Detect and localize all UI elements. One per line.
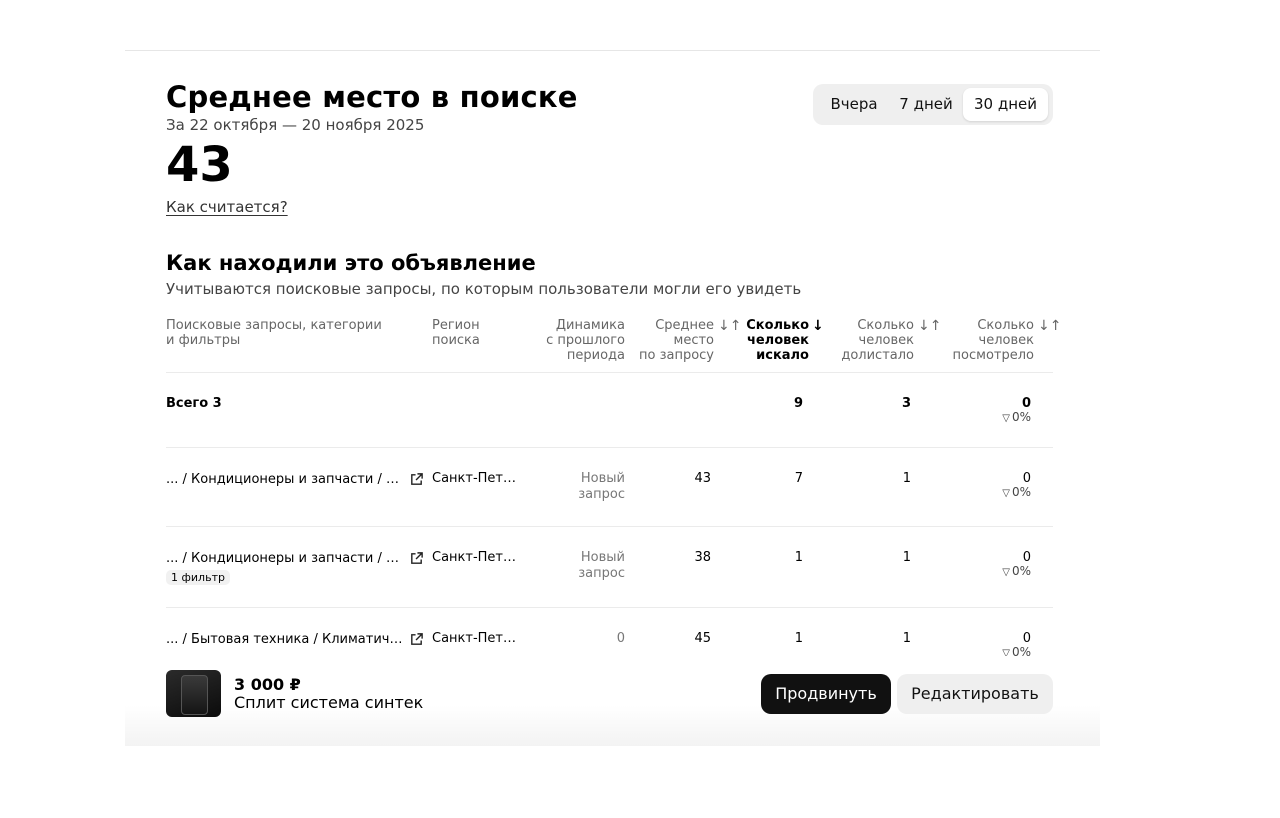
divider xyxy=(166,526,1053,527)
total-label: Всего 3 xyxy=(166,396,222,411)
down-triangle-icon: ▽ xyxy=(1002,488,1010,499)
down-triangle-icon: ▽ xyxy=(1002,413,1010,424)
period-30days-button[interactable]: 30 дней xyxy=(963,88,1048,121)
section-title: Как находили это объявление xyxy=(166,251,536,275)
external-link-icon[interactable] xyxy=(409,551,424,566)
section-subtitle: Учитываются поисковые запросы, по которы… xyxy=(166,280,802,298)
divider xyxy=(166,447,1053,448)
avg-place-value: 43 xyxy=(166,137,233,193)
column-header-region: Регион поиска xyxy=(432,318,480,348)
divider xyxy=(166,372,1053,373)
column-header-searched[interactable]: Сколько человек искало xyxy=(730,318,809,363)
viewed-value: 0 xyxy=(1022,631,1031,646)
total-viewed-change: ▽ 0% xyxy=(1002,410,1031,424)
total-scrolled: 3 xyxy=(901,396,911,411)
filter-badge[interactable]: 1 фильтр xyxy=(166,570,230,585)
item-price: 3 000 ₽ xyxy=(234,675,301,694)
external-link-icon[interactable] xyxy=(409,632,424,647)
divider xyxy=(166,607,1053,608)
scrolled-value: 1 xyxy=(902,471,911,486)
region-text: Санкт-Петербург xyxy=(432,631,524,646)
region-text: Санкт-Петербург xyxy=(432,550,524,565)
item-title: Сплит система синтек xyxy=(234,693,424,712)
period-7days-button[interactable]: 7 дней xyxy=(893,88,959,121)
column-header-scrolled[interactable]: Сколько человек долистало xyxy=(830,318,914,363)
promote-button[interactable]: Продвинуть xyxy=(761,674,891,714)
period-text: За 22 октября — 20 ноября 2025 xyxy=(166,116,425,134)
total-searched: 9 xyxy=(793,396,803,411)
scrolled-value: 1 xyxy=(902,631,911,646)
external-link-icon[interactable] xyxy=(409,472,424,487)
total-viewed: 0 xyxy=(1021,396,1031,411)
avg-place-value: 38 xyxy=(694,550,711,565)
period-yesterday-button[interactable]: Вчера xyxy=(819,88,889,121)
item-thumbnail[interactable] xyxy=(166,670,221,717)
how-calculated-link[interactable]: Как считается? xyxy=(166,198,288,216)
column-header-query: Поисковые запросы, категории и фильтры xyxy=(166,318,382,348)
viewed-change: ▽ 0% xyxy=(1002,564,1031,578)
avg-place-value: 45 xyxy=(694,631,711,646)
column-header-viewed[interactable]: Сколько человек посмотрело xyxy=(940,318,1034,363)
scrolled-value: 1 xyxy=(902,550,911,565)
dynamics-value: 0 xyxy=(616,631,625,646)
item-photo xyxy=(181,675,208,715)
viewed-value: 0 xyxy=(1022,471,1031,486)
dynamics-value: Новый запрос xyxy=(578,550,625,581)
searched-value: 1 xyxy=(794,631,803,646)
viewed-value: 0 xyxy=(1022,550,1031,565)
query-text[interactable]: ... / Кондиционеры и запчасти / Кондицио… xyxy=(166,551,404,566)
page-title: Среднее место в поиске xyxy=(166,80,578,114)
region-text: Санкт-Петербург xyxy=(432,471,524,486)
searched-value: 7 xyxy=(794,471,803,486)
searched-value: 1 xyxy=(794,550,803,565)
dynamics-value: Новый запрос xyxy=(578,471,625,502)
query-text[interactable]: ... / Кондиционеры и запчасти / Кондицио… xyxy=(166,472,404,487)
period-selector: Вчера 7 дней 30 дней xyxy=(813,84,1053,125)
down-triangle-icon: ▽ xyxy=(1002,567,1010,578)
edit-button[interactable]: Редактировать xyxy=(897,674,1053,714)
sort-icon[interactable]: ↓↑ xyxy=(918,318,941,334)
sort-icon[interactable]: ↓↑ xyxy=(1038,318,1061,334)
avg-place-value: 43 xyxy=(694,471,711,486)
viewed-change: ▽ 0% xyxy=(1002,485,1031,499)
top-divider xyxy=(125,50,1100,51)
query-text[interactable]: ... / Бытовая техника / Климатическое об… xyxy=(166,632,404,647)
column-header-avg-place[interactable]: Среднее место по запросу xyxy=(630,318,714,363)
column-header-dynamics: Динамика с прошлого периода xyxy=(546,318,625,363)
sort-down-icon[interactable]: ↓ xyxy=(812,318,824,334)
